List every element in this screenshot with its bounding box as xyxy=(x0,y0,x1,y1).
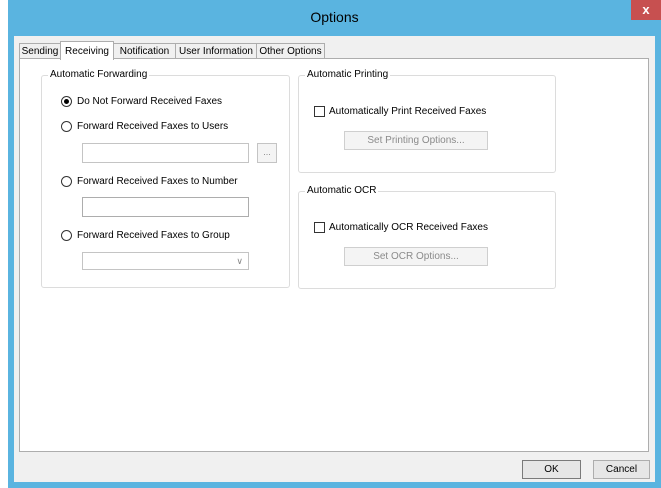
forward-to-users-radio-row[interactable]: Forward Received Faxes to Users xyxy=(61,121,228,132)
automatic-forwarding-label: Automatic Forwarding xyxy=(48,69,150,80)
forward-to-number-radio[interactable] xyxy=(61,176,72,187)
forward-users-field[interactable] xyxy=(82,143,249,163)
forward-to-group-radio[interactable] xyxy=(61,230,72,241)
automatic-printing-group: Automatic Printing Automatically Print R… xyxy=(298,69,556,173)
set-printing-options-button[interactable]: Set Printing Options... xyxy=(344,131,488,150)
chevron-down-icon: ∨ xyxy=(236,256,243,266)
tab-other-options[interactable]: Other Options xyxy=(256,43,325,59)
auto-ocr-checkbox-row[interactable]: Automatically OCR Received Faxes xyxy=(314,222,488,233)
receiving-tab-panel: Automatic Forwarding Do Not Forward Rece… xyxy=(19,58,649,452)
close-icon: x xyxy=(642,2,650,17)
auto-print-label: Automatically Print Received Faxes xyxy=(329,106,487,117)
automatic-ocr-group: Automatic OCR Automatically OCR Received… xyxy=(298,185,556,289)
forward-to-group-label: Forward Received Faxes to Group xyxy=(77,230,230,241)
options-dialog: Options x Sending Receiving Notification… xyxy=(8,0,661,488)
do-not-forward-radio[interactable] xyxy=(61,96,72,107)
auto-print-checkbox[interactable] xyxy=(314,106,325,117)
automatic-forwarding-group: Automatic Forwarding Do Not Forward Rece… xyxy=(41,69,290,288)
forward-to-users-label: Forward Received Faxes to Users xyxy=(77,121,229,132)
tab-sending[interactable]: Sending xyxy=(19,43,61,59)
forward-to-users-radio[interactable] xyxy=(61,121,72,132)
auto-print-checkbox-row[interactable]: Automatically Print Received Faxes xyxy=(314,106,486,117)
browse-users-button[interactable]: ... xyxy=(257,143,277,163)
tab-notification[interactable]: Notification xyxy=(113,43,176,59)
do-not-forward-label: Do Not Forward Received Faxes xyxy=(77,96,223,107)
dialog-button-bar: OK Cancel xyxy=(14,456,655,482)
automatic-printing-label: Automatic Printing xyxy=(305,69,391,80)
forward-group-dropdown[interactable]: ∨ xyxy=(82,252,249,270)
automatic-ocr-label: Automatic OCR xyxy=(305,185,379,196)
tab-receiving[interactable]: Receiving xyxy=(60,41,114,60)
tab-user-information[interactable]: User Information xyxy=(175,43,257,59)
forward-to-number-radio-row[interactable]: Forward Received Faxes to Number xyxy=(61,176,238,187)
dialog-client-area: Sending Receiving Notification User Info… xyxy=(14,36,655,482)
cancel-button[interactable]: Cancel xyxy=(593,460,650,479)
close-button[interactable]: x xyxy=(631,0,661,20)
forward-to-group-radio-row[interactable]: Forward Received Faxes to Group xyxy=(61,230,230,241)
forward-to-number-label: Forward Received Faxes to Number xyxy=(77,176,238,187)
auto-ocr-label: Automatically OCR Received Faxes xyxy=(329,222,488,233)
auto-ocr-checkbox[interactable] xyxy=(314,222,325,233)
forward-number-field[interactable] xyxy=(82,197,249,217)
do-not-forward-radio-row[interactable]: Do Not Forward Received Faxes xyxy=(61,96,222,107)
set-ocr-options-button[interactable]: Set OCR Options... xyxy=(344,247,488,266)
title-bar[interactable]: Options x xyxy=(8,0,661,36)
ok-button[interactable]: OK xyxy=(522,460,581,479)
window-title: Options xyxy=(310,9,359,25)
